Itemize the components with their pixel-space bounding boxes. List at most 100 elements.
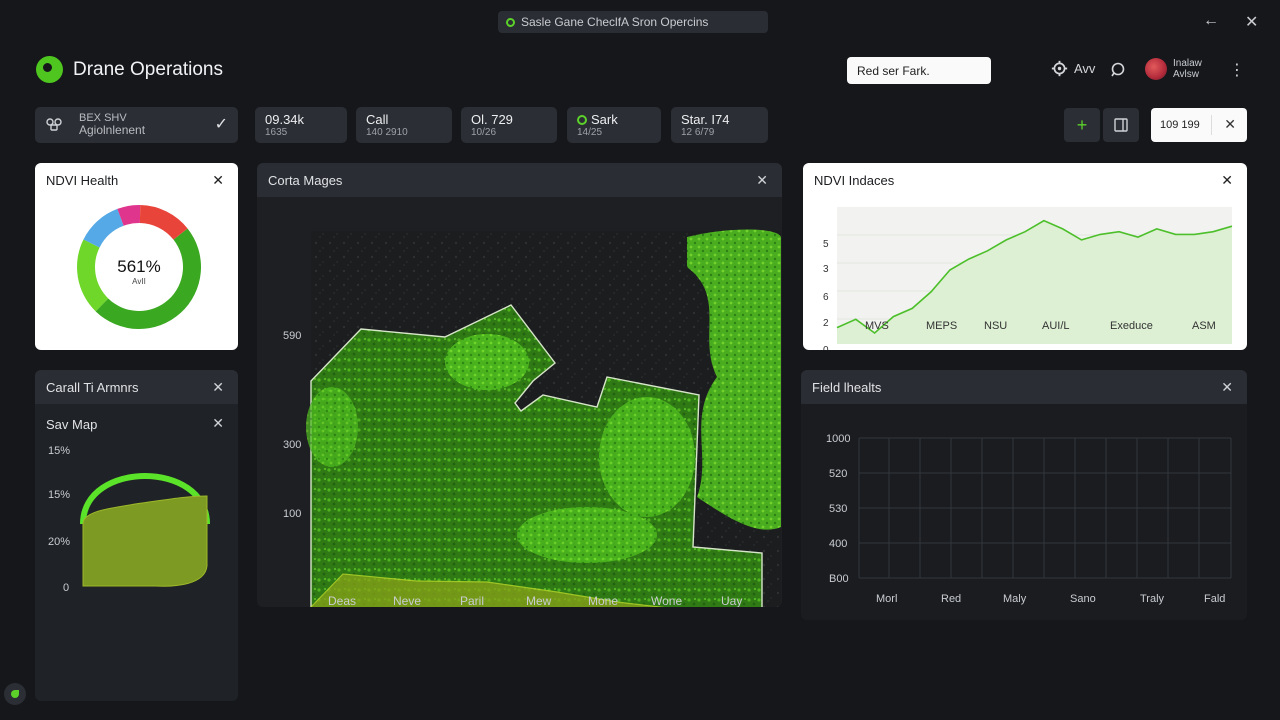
- stat-value: Call: [366, 112, 389, 127]
- panel-header: NDVI Indaces ✕: [803, 163, 1247, 197]
- close-icon[interactable]: ✕: [1221, 172, 1233, 189]
- close-icon[interactable]: ✕: [212, 415, 224, 432]
- panel-header: Field lhealts ✕: [801, 370, 1247, 404]
- field-x-tick: Morl: [876, 593, 897, 605]
- stat-sub: 14/25: [577, 127, 603, 138]
- field-y-tick: 520: [829, 468, 847, 480]
- export-button[interactable]: [1103, 108, 1139, 142]
- stat-card: Sark 14/25: [567, 107, 661, 143]
- stat-value: Ol. 729: [471, 112, 513, 127]
- field-x-tick: Traly: [1140, 593, 1165, 605]
- soil-y-tick: 15%: [48, 489, 70, 501]
- field-y-tick: 400: [829, 538, 847, 550]
- map-x-tick: Mone: [588, 594, 619, 607]
- drone-logo-icon: [36, 56, 63, 83]
- close-icon[interactable]: ✕: [212, 379, 224, 396]
- field-health-chart: 1000 520 530 400 B00 Morl Red Maly Sano …: [826, 433, 1232, 605]
- brand: Drane Operations: [36, 56, 223, 83]
- field-health-panel: Field lhealts ✕ 1000 520 530 400 B00 Mor…: [801, 370, 1247, 620]
- map-panel: Corta Mages ✕ 590 300 100 Deas Neve Pari…: [257, 163, 782, 607]
- settings-control[interactable]: Avv: [1051, 60, 1095, 77]
- close-icon[interactable]: ✕: [1221, 379, 1233, 396]
- map-x-tick: Deas: [328, 594, 357, 607]
- stat-card: Call 140 2910: [356, 107, 452, 143]
- map-y-tick: 100: [283, 508, 301, 520]
- gear-icon: [1051, 60, 1068, 77]
- stat-sub: 12 6/79: [681, 127, 715, 138]
- chat-icon[interactable]: [1110, 62, 1126, 78]
- map-x-tick: Wone: [651, 594, 683, 607]
- close-icon[interactable]: ✕: [756, 172, 768, 189]
- ndvi-y-tick: 3: [823, 264, 829, 275]
- soil-y-tick: 20%: [48, 536, 70, 548]
- field-y-tick: B00: [829, 573, 849, 585]
- selector-name: Agiolnlenent: [79, 123, 146, 137]
- more-menu-icon[interactable]: ⋮: [1229, 60, 1245, 80]
- stat-value: Sark: [591, 112, 618, 127]
- status-dot-icon: [577, 114, 587, 125]
- soil-area: [82, 495, 208, 587]
- field-map[interactable]: 590 300 100 0: [257, 197, 782, 607]
- field-x-tick: Sano: [1070, 593, 1096, 605]
- map-x-tick: Uay: [721, 594, 743, 607]
- ndvi-x-tick: NSU: [984, 320, 1008, 332]
- ndvi-x-tick: MVS: [865, 320, 889, 332]
- panel-icon: [1114, 118, 1128, 132]
- stat-card: Star. I74 12 6/79: [671, 107, 768, 143]
- panel-header: NDVI Health ✕: [35, 163, 238, 197]
- assistant-button[interactable]: [4, 683, 26, 705]
- sub-panel-title: Sav Map: [46, 417, 98, 432]
- user-name: Inalaw: [1173, 58, 1202, 69]
- donut-sub: AvII: [132, 277, 146, 286]
- search-input[interactable]: [847, 57, 991, 84]
- field-x-tick: Maly: [1003, 593, 1027, 605]
- divider: [1211, 115, 1212, 135]
- drone-icon: [46, 118, 62, 131]
- user-menu[interactable]: Inalaw Avlsw: [1145, 58, 1202, 80]
- stat-sub: 10/26: [471, 127, 497, 138]
- field-y-tick: 1000: [826, 433, 850, 445]
- ndvi-y-tick: 0: [823, 345, 829, 350]
- ndvi-x-tick: MEPS: [926, 320, 958, 332]
- map-x-tick: Mew: [526, 594, 552, 607]
- ndvi-x-axis: MVS MEPS NSU AUI/L Exeduce ASM: [803, 320, 1247, 334]
- soil-y-tick: 15%: [48, 445, 70, 457]
- ndvi-x-tick: ASM: [1192, 320, 1216, 332]
- calibration-panel: Carall Ti Armnrs ✕ Sav Map ✕ 15% 15% 20%…: [35, 370, 238, 701]
- back-arrow-icon[interactable]: ←: [1203, 12, 1219, 30]
- ndvi-health-panel: NDVI Health ✕ 561% AvII: [35, 163, 238, 350]
- ndvi-x-tick: AUI/L: [1042, 320, 1070, 332]
- field-selector[interactable]: BEX SHV Agiolnlenent ✓: [35, 107, 238, 143]
- stat-card: 09.34k 1635: [255, 107, 347, 143]
- ndvi-indices-panel: NDVI Indaces ✕ 5 3 6 2 0 MVS MEPS NSU AU…: [803, 163, 1247, 350]
- clear-icon[interactable]: ✕: [1224, 116, 1236, 133]
- leaf-icon: [11, 690, 19, 698]
- panel-title: Carall Ti Armnrs: [46, 379, 139, 395]
- user-role: Avlsw: [1173, 69, 1199, 80]
- panel-header: Corta Mages ✕: [257, 163, 782, 197]
- soil-map-chart: 15% 15% 20% 0: [48, 445, 210, 594]
- map-y-tick: 300: [283, 439, 301, 451]
- window-close-icon[interactable]: ✕: [1245, 12, 1258, 32]
- range-pill[interactable]: 109 199 ✕: [1151, 108, 1247, 142]
- avatar: [1145, 58, 1167, 80]
- panel-header: Carall Ti Armnrs ✕: [35, 370, 238, 404]
- stat-value: 09.34k: [265, 112, 305, 127]
- window-title-bar: Sasle Gane CheclfA Sron Opercins: [498, 11, 768, 33]
- stat-sub: 140 2910: [366, 127, 408, 138]
- add-button[interactable]: +: [1064, 108, 1100, 142]
- map-x-axis: Deas Neve Paril Mew Mone Wone Uay: [257, 594, 782, 607]
- close-icon[interactable]: ✕: [212, 172, 224, 189]
- ndvi-y-tick: 5: [823, 239, 829, 250]
- check-icon: ✓: [214, 116, 228, 133]
- map-y-tick: 590: [283, 330, 301, 342]
- range-value: 109 199: [1160, 119, 1200, 131]
- map-x-tick: Neve: [393, 594, 422, 607]
- panel-title: NDVI Indaces: [814, 172, 895, 188]
- stat-value: Star. I74: [681, 112, 730, 127]
- donut-value: 561%: [117, 257, 160, 276]
- window-title: Sasle Gane CheclfA Sron Opercins: [521, 15, 709, 29]
- status-dot-icon: [506, 17, 515, 27]
- panel-title: Corta Mages: [268, 172, 343, 188]
- ndvi-y-tick: 6: [823, 292, 829, 303]
